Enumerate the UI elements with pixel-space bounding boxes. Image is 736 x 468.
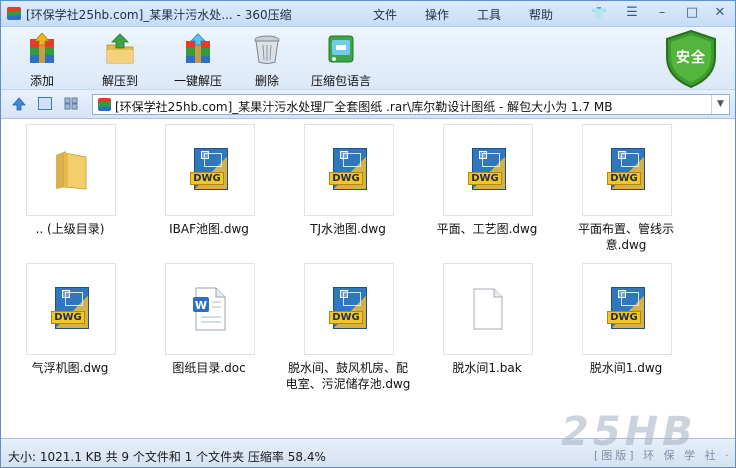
- trash-bin-icon: [254, 35, 280, 64]
- app-archive-icon: [7, 7, 21, 20]
- thumbnail: [26, 124, 116, 216]
- skin-shirt-icon[interactable]: 👕: [591, 6, 607, 20]
- svg-text:W: W: [195, 299, 207, 312]
- dwg-file-icon: DWG: [190, 148, 230, 192]
- path-text: [环保学社25hb.com]_某果汁污水处理厂全套图纸 .rar\库尔勒设计图纸…: [115, 100, 613, 114]
- file-name: IBAF池图.dwg: [169, 222, 249, 236]
- thumbnail: DWG: [165, 124, 255, 216]
- address-bar: [环保学社25hb.com]_某果汁污水处理厂全套图纸 .rar\库尔勒设计图纸…: [1, 89, 735, 119]
- thumbnail: DWG: [582, 124, 672, 216]
- extract-folder-icon: [106, 33, 134, 64]
- list-item[interactable]: DWG IBAF池图.dwg: [140, 120, 278, 248]
- file-name: 脱水间1.dwg: [589, 361, 663, 375]
- list-item[interactable]: .. (上级目录): [1, 120, 139, 248]
- dwg-file-icon: DWG: [51, 287, 91, 331]
- encoding-code-icon: [328, 35, 354, 63]
- list-item[interactable]: DWG 气浮机图.dwg: [1, 259, 139, 387]
- menu-file[interactable]: 文件: [373, 6, 397, 23]
- archive-path-icon: [98, 98, 111, 111]
- main-menu-button[interactable]: ☰: [619, 3, 645, 23]
- one-click-extract-button[interactable]: 一键解压: [163, 31, 233, 88]
- add-archive-icon: [30, 33, 54, 63]
- toolbar: 添加 解压到 一键解压 删除 压缩包语言: [1, 27, 735, 89]
- file-name: TJ水池图.dwg: [310, 222, 386, 236]
- thumbnail: DWG: [304, 263, 394, 355]
- dwg-file-icon: DWG: [607, 148, 647, 192]
- large-icons-view-icon[interactable]: [38, 97, 52, 110]
- dwg-file-icon: DWG: [329, 287, 369, 331]
- close-button[interactable]: ✕: [707, 3, 733, 23]
- dwg-file-icon: DWG: [329, 148, 369, 192]
- menu-help[interactable]: 帮助: [529, 6, 553, 23]
- blank-file-icon: [473, 288, 503, 330]
- app-window: [环保学社25hb.com]_某果汁污水处... - 360压缩 文件 操作 工…: [0, 0, 736, 468]
- extract-to-label: 解压到: [101, 74, 138, 88]
- extract-to-button[interactable]: 解压到: [85, 31, 155, 88]
- add-button[interactable]: 添加: [7, 31, 77, 88]
- file-name: 气浮机图.dwg: [31, 361, 109, 375]
- delete-button[interactable]: 删除: [232, 31, 302, 88]
- details-view-icon[interactable]: [64, 97, 78, 110]
- list-item[interactable]: DWG 平面布置、管线示意.dwg: [557, 120, 695, 252]
- security-label: 安全: [676, 50, 706, 66]
- one-click-extract-label: 一键解压: [173, 74, 222, 88]
- window-title: [环保学社25hb.com]_某果汁污水处... - 360压缩: [26, 8, 292, 22]
- list-item[interactable]: DWG TJ水池图.dwg: [279, 120, 417, 248]
- path-combobox[interactable]: [环保学社25hb.com]_某果汁污水处理厂全套图纸 .rar\库尔勒设计图纸…: [92, 94, 730, 115]
- list-item[interactable]: W 图纸目录.doc: [140, 259, 278, 387]
- file-name: 脱水间1.bak: [452, 361, 522, 375]
- file-name: 平面布置、管线示意.dwg: [577, 222, 674, 252]
- thumbnail: [443, 263, 533, 355]
- minimize-button[interactable]: –: [649, 3, 675, 23]
- archive-language-button[interactable]: 压缩包语言: [306, 31, 376, 88]
- list-item[interactable]: DWG 脱水间、鼓风机房、配电室、污泥储存池.dwg: [279, 259, 417, 391]
- thumbnail: DWG: [26, 263, 116, 355]
- thumbnail: W: [165, 263, 255, 355]
- list-item[interactable]: 脱水间1.bak: [418, 259, 556, 387]
- file-name: 平面、工艺图.dwg: [436, 222, 538, 236]
- doc-file-icon: W: [193, 287, 226, 331]
- arrow-up-icon[interactable]: [12, 97, 26, 111]
- one-click-extract-icon: [186, 33, 210, 63]
- file-name: 图纸目录.doc: [172, 361, 246, 375]
- file-name: .. (上级目录): [35, 222, 105, 236]
- list-item[interactable]: DWG 脱水间1.dwg: [557, 259, 695, 387]
- watermark-subtitle: [图版] 环 保 学 社 · com: [594, 449, 735, 462]
- menu-operation[interactable]: 操作: [425, 6, 449, 23]
- delete-label: 删除: [254, 74, 279, 88]
- title-bar: [环保学社25hb.com]_某果汁污水处... - 360压缩 文件 操作 工…: [1, 1, 735, 27]
- file-name: 脱水间、鼓风机房、配电室、污泥储存池.dwg: [285, 361, 411, 391]
- thumbnail: DWG: [582, 263, 672, 355]
- folder-icon: [56, 151, 87, 190]
- dwg-file-icon: DWG: [607, 287, 647, 331]
- file-list: .. (上级目录) DWG IBAF池图.dwg DWG TJ水池图.dwg D…: [1, 120, 735, 438]
- thumbnail: DWG: [304, 124, 394, 216]
- chevron-down-icon[interactable]: ▼: [711, 95, 729, 114]
- add-label: 添加: [29, 74, 54, 88]
- status-text: 大小: 1021.1 KB 共 9 个文件和 1 个文件夹 压缩率 58.4%: [8, 450, 326, 464]
- archive-language-label: 压缩包语言: [310, 74, 371, 88]
- menu-tools[interactable]: 工具: [477, 6, 501, 23]
- thumbnail: DWG: [443, 124, 533, 216]
- maximize-button[interactable]: □: [679, 3, 705, 23]
- list-item[interactable]: DWG 平面、工艺图.dwg: [418, 120, 556, 248]
- dwg-file-icon: DWG: [468, 148, 508, 192]
